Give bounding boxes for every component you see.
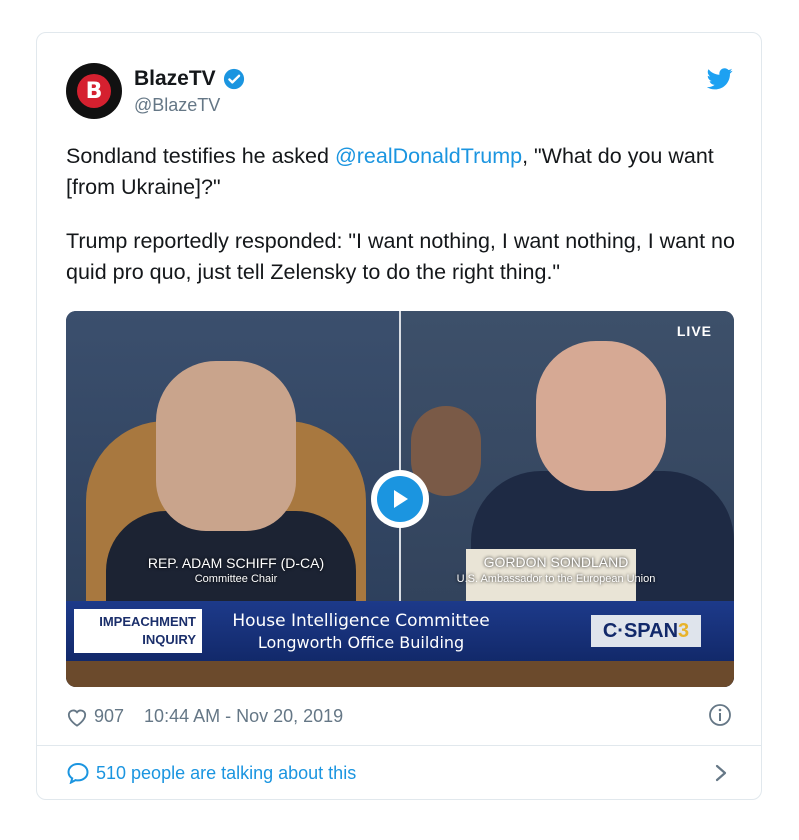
impeachment-tag-line1: IMPEACHMENT — [99, 614, 196, 629]
impeachment-tag: IMPEACHMENT INQUIRY — [74, 609, 202, 653]
play-button[interactable] — [371, 470, 429, 528]
impeachment-tag-line2: INQUIRY — [142, 632, 196, 647]
like-count[interactable]: 907 — [94, 706, 124, 727]
chevron-right-icon[interactable] — [714, 763, 728, 783]
conversation-link[interactable]: 510 people are talking about this — [66, 762, 356, 784]
tweet-text-part: Sondland testifies he asked — [66, 144, 335, 168]
mention-link[interactable]: @realDonaldTrump — [335, 144, 522, 168]
witness-head — [536, 341, 666, 491]
blazetv-logo: B — [77, 74, 111, 108]
author-name-row: BlazeTV — [134, 67, 245, 91]
right-caption-role: U.S. Ambassador to the European Union — [456, 573, 656, 585]
banner-line-2: Longworth Office Building — [257, 633, 465, 652]
speech-bubble-icon — [67, 762, 89, 784]
timestamp[interactable]: 10:44 AM - Nov 20, 2019 — [144, 706, 343, 727]
embedded-tweet-card: B BlazeTV @BlazeTV Sondland testifies he… — [36, 32, 762, 800]
speaker-head — [156, 361, 296, 531]
author-handle[interactable]: @BlazeTV — [134, 95, 220, 116]
tweet-paragraph-1: Sondland testifies he asked @realDonaldT… — [66, 141, 736, 203]
info-icon[interactable] — [708, 703, 732, 727]
banner-line-1: House Intelligence Committee — [232, 611, 490, 631]
left-caption-name: REP. ADAM SCHIFF (D-CA) — [147, 555, 325, 571]
tweet-text: Sondland testifies he asked @realDonaldT… — [66, 141, 736, 311]
cspan-logo-text: C·SPAN — [602, 620, 679, 642]
heart-icon[interactable] — [66, 707, 88, 727]
cspan-logo: C·SPAN3 — [591, 615, 701, 647]
avatar[interactable]: B — [66, 63, 122, 119]
video-player[interactable]: LIVE REP. ADAM SCHIFF (D-CA) Committee C… — [66, 311, 734, 687]
play-button-inner — [377, 476, 423, 522]
conversation-text: 510 people are talking about this — [96, 762, 357, 783]
cspan-logo-number: 3 — [678, 620, 690, 642]
live-label: LIVE — [676, 323, 712, 339]
tweet-meta: 907 10:44 AM - Nov 20, 2019 — [66, 706, 343, 727]
twitter-bird-icon[interactable] — [707, 68, 733, 90]
verified-icon — [223, 68, 244, 90]
play-icon — [394, 490, 408, 508]
tweet-paragraph-2: Trump reportedly responded: "I want noth… — [66, 229, 735, 284]
display-name[interactable]: BlazeTV — [134, 67, 216, 91]
divider-line — [37, 745, 761, 746]
left-caption-role: Committee Chair — [194, 573, 278, 585]
desk-strip — [66, 661, 734, 687]
right-caption-name: GORDON SONDLAND — [483, 554, 629, 570]
lower-third-banner: IMPEACHMENT INQUIRY House Intelligence C… — [66, 601, 734, 661]
